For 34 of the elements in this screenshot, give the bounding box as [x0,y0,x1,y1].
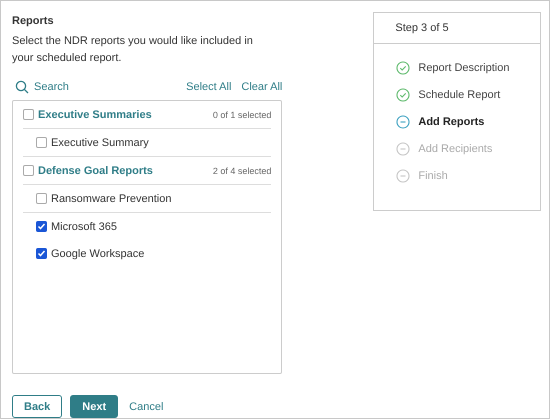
step-label: Schedule Report [418,89,500,101]
checkbox[interactable] [36,248,47,259]
minus-circle-icon [396,115,410,129]
group-label[interactable]: Executive Summaries [38,108,152,120]
checkbox[interactable] [36,221,47,232]
checkbox[interactable] [36,193,47,204]
back-button[interactable]: Back [12,395,62,418]
next-button[interactable]: Next [70,395,118,418]
report-label[interactable]: Executive Summary [51,136,149,148]
step-label: Add Reports [418,116,484,128]
selection-count: 0 of 1 selected [212,110,272,120]
check-circle-icon [396,88,410,102]
section-title: Reports [12,15,55,27]
report-label[interactable]: Ransomware Prevention [51,192,172,204]
minus-circle-icon [396,169,410,183]
action-link[interactable]: Select All [186,81,232,93]
search-field[interactable]: Search [34,81,94,93]
cancel-link[interactable]: Cancel [129,400,164,412]
group-label[interactable]: Defense Goal Reports [38,164,153,176]
selection-count: 2 of 4 selected [212,166,272,176]
step-label: Add Recipients [418,143,492,155]
description: Select the NDR reports you would like included in your scheduled report. [12,34,254,66]
step-label: Report Description [418,62,510,74]
step-label: Finish [418,170,448,182]
checkbox[interactable] [23,165,34,176]
minus-circle-icon [396,142,410,156]
checkbox[interactable] [36,137,47,148]
check-circle-icon [396,61,410,75]
search-icon [15,80,29,94]
checkbox[interactable] [23,109,34,120]
step-counter: Step 3 of 5 [374,13,540,44]
report-label[interactable]: Google Workspace [51,248,144,260]
report-label[interactable]: Microsoft 365 [51,220,118,232]
action-link[interactable]: Clear All [241,81,282,93]
